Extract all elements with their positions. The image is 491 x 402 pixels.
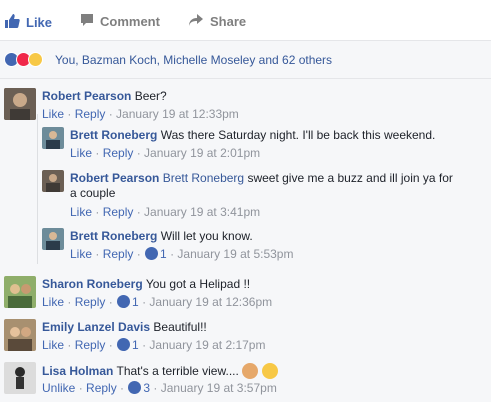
like-count-icon xyxy=(117,295,131,308)
speech-bubble-icon xyxy=(80,13,94,30)
comment-timestamp[interactable]: January 19 at 12:36pm xyxy=(149,295,272,309)
comment-label: Comment xyxy=(100,14,160,29)
comment-author[interactable]: Brett Roneberg xyxy=(70,229,157,243)
reply-link[interactable]: Reply xyxy=(75,295,106,309)
reply-link[interactable]: Reply xyxy=(103,205,134,219)
reactions-text[interactable]: You, Bazman Koch, Michelle Moseley and 6… xyxy=(55,53,332,67)
avatar[interactable] xyxy=(4,362,36,394)
avatar[interactable] xyxy=(42,127,64,149)
comment-button[interactable]: Comment xyxy=(80,13,160,30)
comment-author[interactable]: Lisa Holman xyxy=(42,364,113,378)
comment-timestamp[interactable]: January 19 at 5:53pm xyxy=(177,247,293,261)
like-count[interactable]: 1 xyxy=(132,338,139,352)
avatar[interactable] xyxy=(42,228,64,250)
comment-author[interactable]: Robert Pearson xyxy=(42,89,131,103)
avatar[interactable] xyxy=(4,276,36,308)
thread-line xyxy=(37,114,38,264)
reaction-icons xyxy=(4,52,54,68)
reactions-summary: You, Bazman Koch, Michelle Moseley and 6… xyxy=(0,41,491,79)
reply-link[interactable]: Reply xyxy=(103,146,134,160)
like-link[interactable]: Like xyxy=(42,295,64,309)
comment-timestamp[interactable]: January 19 at 2:17pm xyxy=(149,338,265,352)
reply-link[interactable]: Reply xyxy=(103,247,134,261)
like-link[interactable]: Like xyxy=(70,205,92,219)
like-count[interactable]: 1 xyxy=(132,295,139,309)
like-label: Like xyxy=(26,15,53,30)
like-count[interactable]: 3 xyxy=(143,381,150,395)
like-link[interactable]: Like xyxy=(42,338,64,352)
action-bar: Like Comment Share xyxy=(0,0,491,41)
comment-timestamp[interactable]: January 19 at 3:41pm xyxy=(144,205,260,219)
share-arrow-icon xyxy=(188,13,204,30)
comment-text: Beer? xyxy=(134,89,167,103)
like-count[interactable]: 1 xyxy=(160,247,167,261)
like-button[interactable]: Like xyxy=(4,13,52,32)
comment-text-continued: a couple xyxy=(70,186,116,200)
reply-link[interactable]: Reply xyxy=(75,338,106,352)
comment-author[interactable]: Robert Pearson xyxy=(70,171,159,185)
girl-emoji-icon xyxy=(242,363,259,379)
avatar[interactable] xyxy=(4,319,36,351)
like-link[interactable]: Like xyxy=(42,107,64,121)
comment-timestamp[interactable]: January 19 at 12:33pm xyxy=(116,107,239,121)
like-link[interactable]: Like xyxy=(70,146,92,160)
reply-link[interactable]: Reply xyxy=(75,107,106,121)
comment-timestamp[interactable]: January 19 at 3:57pm xyxy=(161,381,277,395)
avatar[interactable] xyxy=(42,170,64,192)
like-count-icon xyxy=(117,338,131,351)
comment-text: You got a Helipad !! xyxy=(145,277,251,291)
avatar[interactable] xyxy=(4,88,36,120)
comment-author[interactable]: Emily Lanzel Davis xyxy=(42,320,150,334)
comment-text: That's a terrible view.... xyxy=(116,364,239,378)
comment-text: sweet give me a buzz and ill join ya for xyxy=(247,171,453,185)
share-button[interactable]: Share xyxy=(188,13,246,30)
like-link[interactable]: Like xyxy=(70,247,92,261)
comment-text: Was there Saturday night. I'll be back t… xyxy=(160,128,436,142)
comments-section: Robert Pearson Beer? Like · Reply · Janu… xyxy=(0,79,491,402)
comment-timestamp[interactable]: January 19 at 2:01pm xyxy=(144,146,260,160)
comment-text: Will let you know. xyxy=(160,229,253,243)
thumbs-up-icon xyxy=(4,13,20,32)
comment-author[interactable]: Sharon Roneberg xyxy=(42,277,143,291)
comment-author[interactable]: Brett Roneberg xyxy=(70,128,157,142)
comment-text: Beautiful!! xyxy=(153,320,207,334)
wow-reaction-icon xyxy=(28,52,43,67)
reply-link[interactable]: Reply xyxy=(86,381,117,395)
share-label: Share xyxy=(210,14,247,29)
unlike-link[interactable]: Unlike xyxy=(42,381,75,395)
smile-emoji-icon xyxy=(261,363,278,379)
mention-link[interactable]: Brett Roneberg xyxy=(163,171,244,185)
like-count-icon xyxy=(128,381,142,394)
like-count-icon xyxy=(145,247,159,260)
